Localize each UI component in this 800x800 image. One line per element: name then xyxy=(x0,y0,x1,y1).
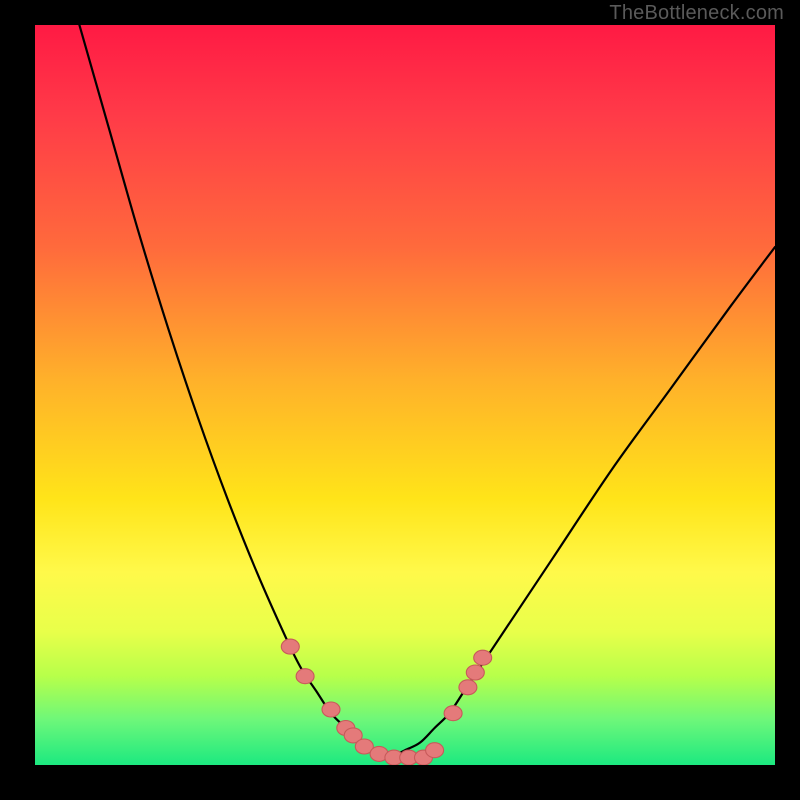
chart-stage: TheBottleneck.com xyxy=(0,0,800,800)
data-marker xyxy=(459,680,477,695)
curve-left xyxy=(79,25,390,758)
data-marker xyxy=(281,639,299,654)
watermark-text: TheBottleneck.com xyxy=(609,2,784,25)
data-marker xyxy=(426,743,444,758)
plot-area xyxy=(35,25,775,765)
marker-layer xyxy=(281,639,491,765)
plot-svg xyxy=(35,25,775,765)
data-marker xyxy=(474,650,492,665)
curve-right xyxy=(390,247,775,758)
data-marker xyxy=(322,702,340,717)
data-marker xyxy=(444,706,462,721)
data-marker xyxy=(296,669,314,684)
data-marker xyxy=(466,665,484,680)
